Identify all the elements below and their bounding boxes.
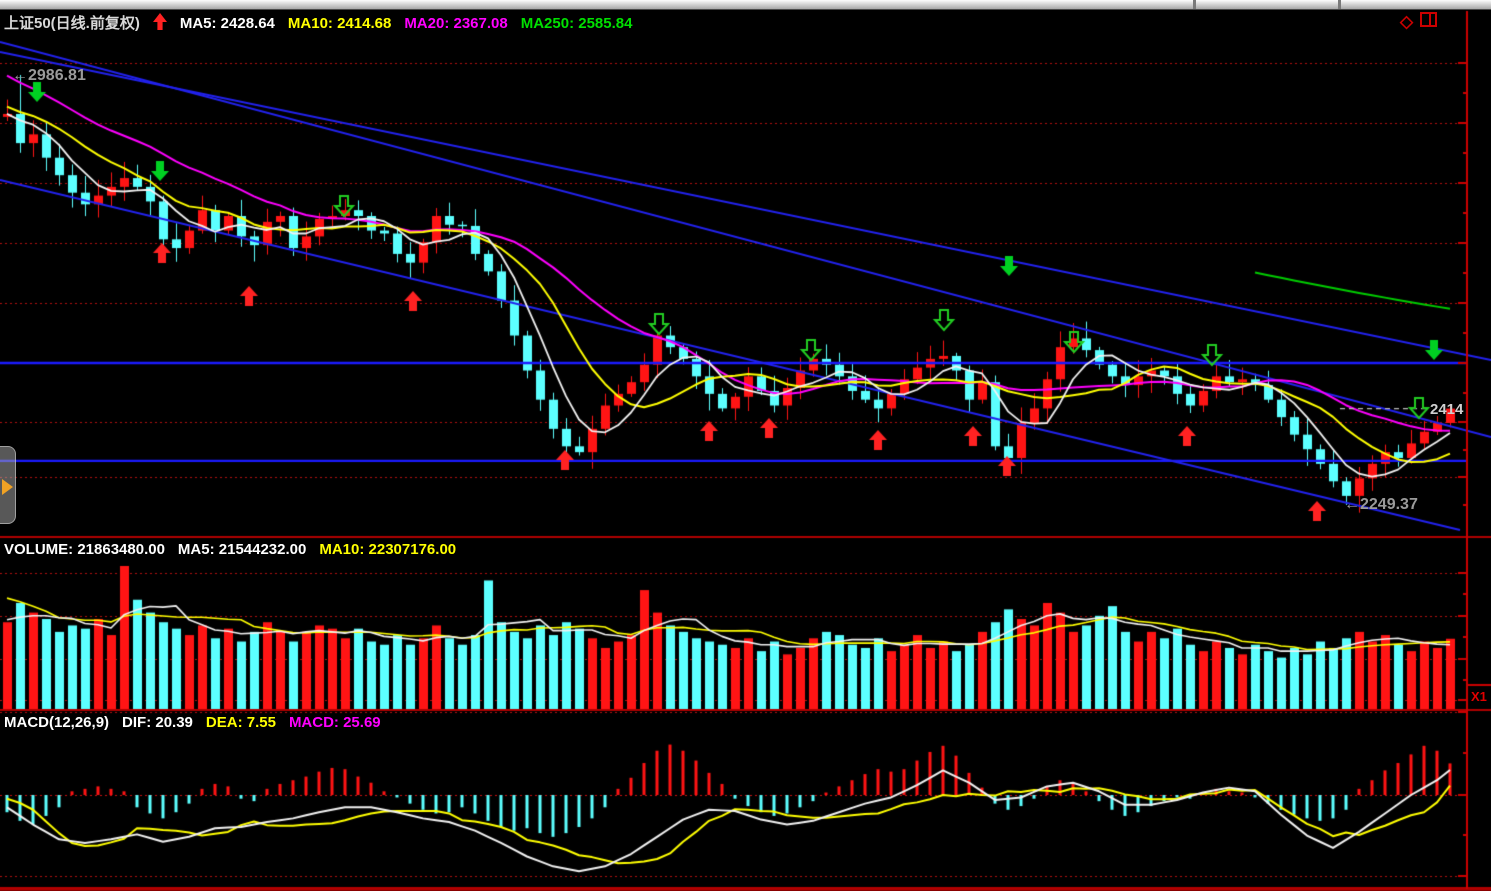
chart-canvas[interactable] — [0, 0, 1491, 891]
pane-corner-controls: ◇ — [1400, 12, 1437, 32]
left-panel-handle[interactable] — [0, 446, 16, 524]
diamond-icon[interactable]: ◇ — [1400, 12, 1413, 31]
toolbar-separator — [1338, 0, 1341, 9]
window-top-strip — [0, 0, 1491, 10]
expand-arrow-icon — [2, 479, 13, 495]
toolbar-separator — [1193, 0, 1196, 9]
window-layout-icon[interactable] — [1420, 12, 1437, 27]
